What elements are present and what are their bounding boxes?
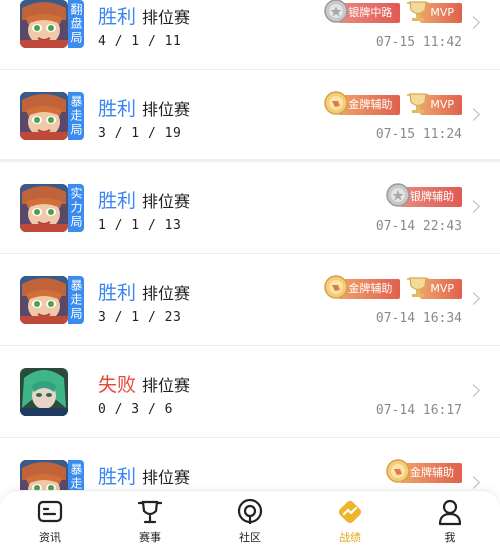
badge-label: MVP	[430, 282, 454, 295]
match-time: 07-14 16:17	[375, 403, 462, 418]
mvp-badge: MVP	[406, 93, 462, 115]
match-mode: 排位赛	[142, 8, 191, 27]
hero-avatar	[20, 92, 68, 140]
nav-item-stats[interactable]: 战绩	[310, 497, 390, 545]
match-mode: 排位赛	[142, 376, 191, 395]
kda-score: 3 / 1 / 23	[98, 310, 182, 325]
nav-item-community[interactable]: 社区	[210, 497, 290, 545]
match-row[interactable]: 失败 排位赛 0 / 3 / 6 07-14 16:17	[0, 346, 500, 438]
match-tag: 暴走局	[68, 276, 84, 324]
badge-group: 银牌中路 MVP	[324, 0, 462, 26]
badge-group: 金牌辅助 MVP	[324, 91, 462, 118]
nav-item-profile[interactable]: 我	[410, 497, 490, 545]
match-result: 胜利	[98, 98, 137, 120]
match-time: 07-14 16:34	[375, 311, 462, 326]
badge-label: 银牌中路	[348, 6, 393, 19]
hero-avatar	[20, 184, 68, 232]
badge-label: 金牌辅助	[348, 98, 393, 111]
mvp-badge: MVP	[406, 277, 462, 299]
match-row[interactable]: 实力局 胜利 排位赛 1 / 1 / 13 07-14 22:43 银牌辅助	[0, 162, 500, 254]
hero-avatar	[20, 276, 68, 324]
match-tag: 实力局	[68, 184, 84, 232]
match-list: 翻盘局 胜利 排位赛 4 / 1 / 11 07-15 11:42 银牌中路 MVP 暴…	[0, 0, 500, 530]
trophy-icon	[137, 500, 163, 524]
medal-icon	[386, 459, 410, 483]
bottom-nav: 资讯 赛事 社区 战绩 我	[0, 490, 500, 552]
badge-group: 金牌辅助 MVP	[324, 275, 462, 302]
badge-group: 银牌辅助	[386, 183, 462, 210]
badge-label: 金牌辅助	[348, 282, 393, 295]
medal-badge: 金牌辅助	[386, 459, 462, 483]
chevron-right-icon	[467, 16, 480, 29]
match-time: 07-15 11:24	[375, 127, 462, 142]
match-time: 07-15 11:42	[375, 35, 462, 50]
news-icon	[37, 500, 63, 523]
community-icon	[237, 498, 263, 524]
trophy-icon	[407, 93, 430, 113]
nav-item-trophy[interactable]: 赛事	[110, 497, 190, 545]
match-mode: 排位赛	[142, 468, 191, 487]
match-row[interactable]: 翻盘局 胜利 排位赛 4 / 1 / 11 07-15 11:42 银牌中路 MVP	[0, 0, 500, 70]
badge-label: MVP	[430, 98, 454, 111]
match-row[interactable]: 暴走局 胜利 排位赛 3 / 1 / 19 07-15 11:24 金牌辅助 MVP	[0, 70, 500, 162]
medal-badge: 银牌中路	[324, 0, 401, 23]
medal-badge: 金牌辅助	[324, 275, 401, 299]
chevron-right-icon	[467, 476, 480, 489]
match-result: 胜利	[98, 466, 137, 488]
match-time: 07-14 22:43	[375, 219, 462, 234]
kda-score: 1 / 1 / 13	[98, 218, 182, 233]
match-result: 胜利	[98, 6, 137, 28]
chevron-right-icon	[467, 200, 480, 213]
match-result: 胜利	[98, 282, 137, 304]
nav-label: 战绩	[339, 531, 361, 544]
nav-label: 资讯	[39, 531, 61, 544]
match-tag: 翻盘局	[68, 0, 84, 48]
hero-avatar	[20, 0, 68, 48]
badge-group: 金牌辅助	[386, 459, 462, 486]
match-result: 失败	[98, 374, 137, 396]
match-row[interactable]: 暴走局 胜利 排位赛 3 / 1 / 23 07-14 16:34 金牌辅助 MVP	[0, 254, 500, 346]
hero-avatar	[20, 368, 68, 416]
kda-score: 3 / 1 / 19	[98, 126, 182, 141]
medal-badge: 银牌辅助	[386, 183, 462, 207]
medal-icon	[324, 91, 349, 115]
nav-label: 我	[444, 531, 456, 544]
medal-badge: 金牌辅助	[324, 91, 401, 115]
chevron-right-icon	[467, 384, 480, 397]
badge-label: 金牌辅助	[410, 466, 454, 479]
badge-label: 银牌辅助	[410, 190, 454, 203]
medal-icon	[386, 183, 410, 207]
trophy-icon	[407, 277, 430, 297]
medal-icon	[324, 275, 349, 299]
mvp-badge: MVP	[406, 1, 462, 23]
nav-label: 赛事	[139, 531, 161, 544]
profile-icon	[438, 499, 462, 526]
medal-icon	[324, 0, 349, 23]
match-result: 胜利	[98, 190, 137, 212]
chevron-right-icon	[467, 292, 480, 305]
match-history-page: 翻盘局 胜利 排位赛 4 / 1 / 11 07-15 11:42 银牌中路 MVP 暴…	[0, 0, 500, 552]
match-tag: 暴走局	[68, 92, 84, 140]
kda-score: 0 / 3 / 6	[98, 402, 173, 417]
match-mode: 排位赛	[142, 192, 191, 211]
nav-item-news[interactable]: 资讯	[10, 497, 90, 545]
nav-label: 社区	[239, 531, 261, 544]
chevron-right-icon	[467, 108, 480, 121]
match-mode: 排位赛	[142, 284, 191, 303]
kda-score: 4 / 1 / 11	[98, 34, 182, 49]
match-mode: 排位赛	[142, 100, 191, 119]
badge-label: MVP	[430, 6, 454, 19]
trophy-icon	[407, 1, 430, 21]
stats-icon	[338, 500, 362, 524]
